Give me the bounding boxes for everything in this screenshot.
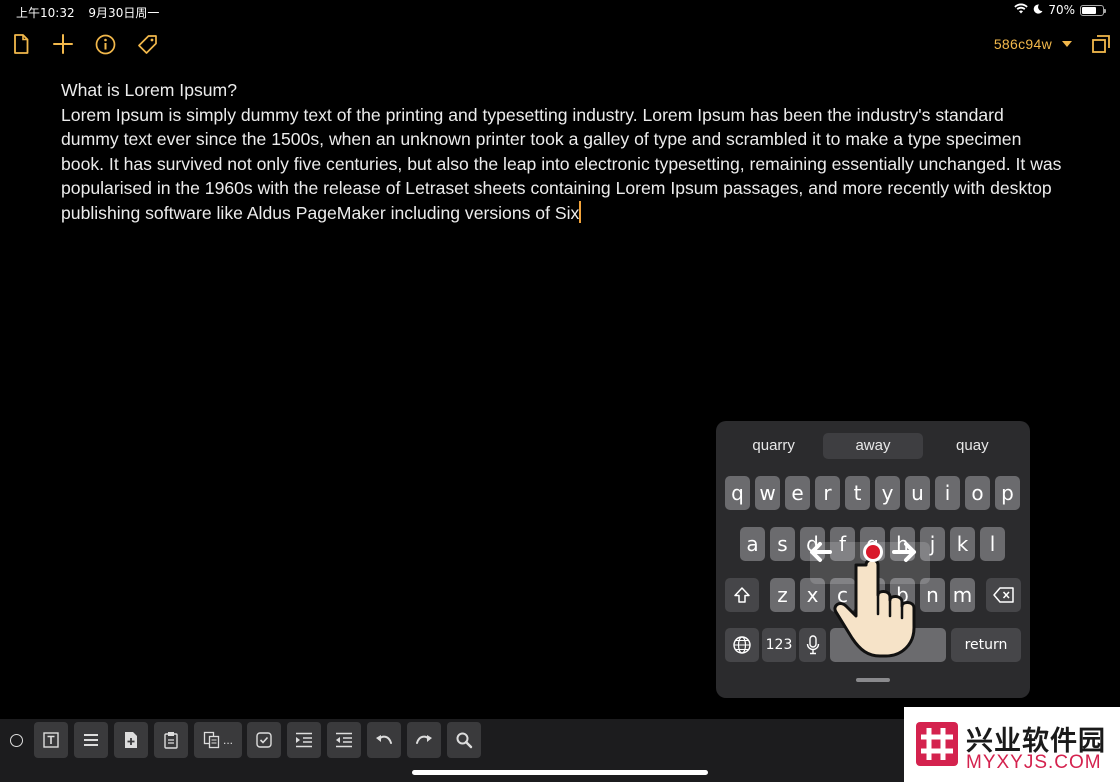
text-format-button[interactable] <box>34 722 68 758</box>
clipboard-icon <box>164 732 178 749</box>
text-box-icon <box>43 732 59 748</box>
file-add-icon <box>125 732 137 748</box>
undo-button[interactable] <box>367 722 401 758</box>
indent-icon <box>296 732 312 748</box>
checkbox-icon <box>256 732 272 748</box>
clipboard-button[interactable] <box>154 722 188 758</box>
watermark-subtitle: MYXYJS.COM <box>966 752 1102 773</box>
suggestion-bar: quarry away quay <box>724 433 1022 459</box>
wifi-icon <box>1014 3 1029 17</box>
key-z[interactable]: z <box>770 578 795 612</box>
key-a[interactable]: a <box>740 527 765 561</box>
key-s[interactable]: s <box>770 527 795 561</box>
circle-toggle-button[interactable] <box>10 734 23 747</box>
key-i[interactable]: i <box>935 476 960 510</box>
text-cursor <box>579 200 582 223</box>
globe-key[interactable] <box>725 628 759 662</box>
suggestion-item[interactable]: quarry <box>724 433 823 459</box>
key-p[interactable]: p <box>995 476 1020 510</box>
caret-down-icon <box>1062 41 1072 47</box>
text-editor[interactable]: What is Lorem Ipsum? Lorem Ipsum is simp… <box>61 78 1066 226</box>
checklist-button[interactable] <box>247 722 281 758</box>
menu-lines-icon <box>84 734 98 746</box>
indent-button[interactable] <box>287 722 321 758</box>
battery-fill <box>1082 6 1096 14</box>
key-t[interactable]: t <box>845 476 870 510</box>
key-l[interactable]: l <box>980 527 1005 561</box>
moon-icon <box>1033 3 1043 17</box>
key-r[interactable]: r <box>815 476 840 510</box>
editor-heading: What is Lorem Ipsum? <box>61 80 237 100</box>
suggestion-item[interactable]: away <box>823 433 923 459</box>
undo-icon <box>376 735 392 744</box>
status-bar: 上午10:32 9月30日周一 70% <box>0 0 1120 24</box>
copy-more-label: ... <box>222 733 233 747</box>
branch-selector[interactable]: 586c94w <box>994 36 1072 52</box>
editor-body-text: Lorem Ipsum is simply dummy text of the … <box>61 104 1062 223</box>
list-button[interactable] <box>74 722 108 758</box>
branch-label: 586c94w <box>993 36 1052 52</box>
return-key[interactable]: return <box>951 628 1021 662</box>
redo-icon <box>416 735 432 744</box>
key-k[interactable]: k <box>950 527 975 561</box>
expand-window-icon[interactable] <box>1089 32 1113 56</box>
status-left: 上午10:32 9月30日周一 <box>16 4 169 21</box>
status-time: 上午10:32 <box>16 6 75 20</box>
info-icon[interactable] <box>93 32 117 56</box>
key-y[interactable]: y <box>875 476 900 510</box>
backspace-key[interactable] <box>986 578 1021 612</box>
suggestion-item[interactable]: quay <box>923 433 1022 459</box>
key-w[interactable]: w <box>755 476 780 510</box>
status-date: 9月30日周一 <box>88 6 160 20</box>
document-icon[interactable] <box>9 32 33 56</box>
outdent-button[interactable] <box>327 722 361 758</box>
key-u[interactable]: u <box>905 476 930 510</box>
add-icon[interactable] <box>51 32 75 56</box>
copy-more-button[interactable]: ... <box>194 722 242 758</box>
watermark-logo-icon <box>916 722 958 766</box>
tag-icon[interactable] <box>135 32 159 56</box>
top-toolbar: 586c94w <box>0 28 1120 60</box>
status-right: 70% <box>1014 3 1106 17</box>
key-o[interactable]: o <box>965 476 990 510</box>
outdent-icon <box>336 732 352 748</box>
key-m[interactable]: m <box>950 578 975 612</box>
shift-key[interactable] <box>725 578 759 612</box>
home-indicator <box>412 770 708 775</box>
search-icon <box>456 732 473 749</box>
editor-body: Lorem Ipsum is simply dummy text of the … <box>61 103 1066 226</box>
new-file-button[interactable] <box>114 722 148 758</box>
watermark: 兴业软件园 MYXYJS.COM <box>904 707 1120 782</box>
keyboard-drag-handle[interactable] <box>856 678 890 682</box>
key-q[interactable]: q <box>725 476 750 510</box>
cursor-move-gesture-overlay <box>806 520 934 660</box>
numbers-key[interactable]: 123 <box>762 628 796 662</box>
battery-icon <box>1080 4 1106 16</box>
search-button[interactable] <box>447 722 481 758</box>
key-e[interactable]: e <box>785 476 810 510</box>
copy-icon <box>203 731 220 749</box>
hand-pointer-icon <box>810 542 930 658</box>
battery-percent: 70% <box>1048 3 1075 17</box>
redo-button[interactable] <box>407 722 441 758</box>
